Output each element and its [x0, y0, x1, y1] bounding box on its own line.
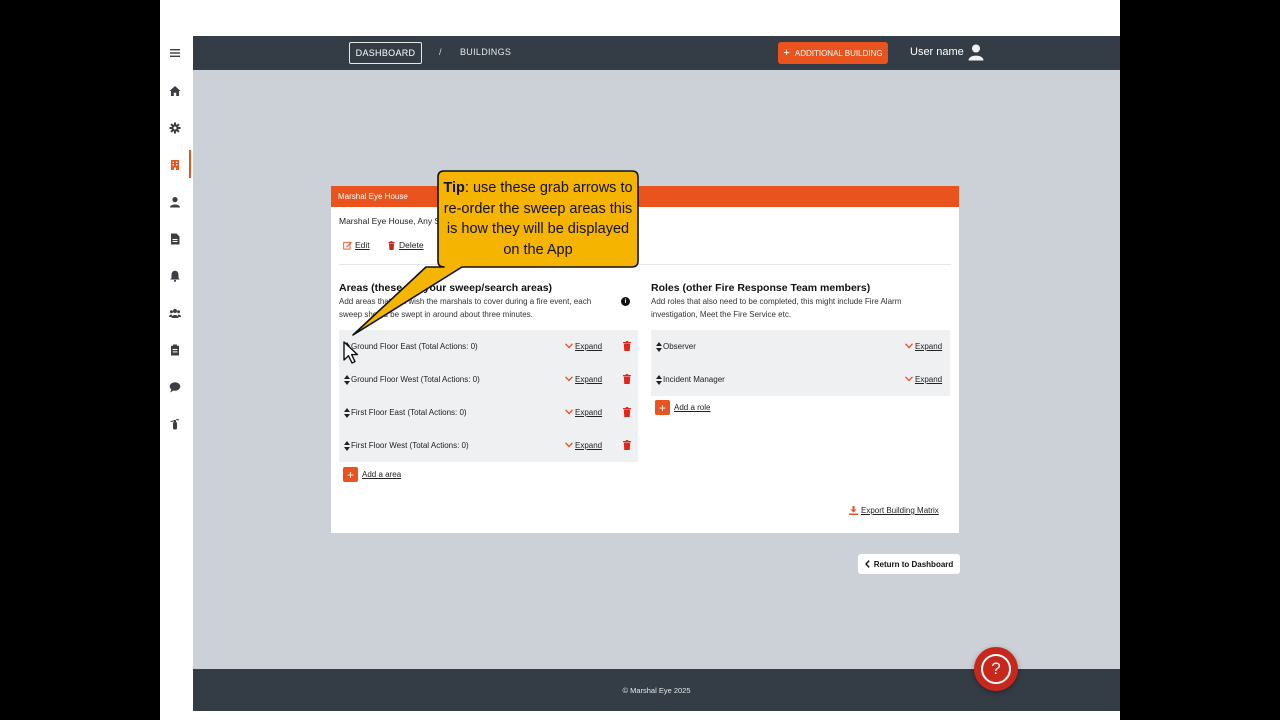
- delete-label: Delete: [399, 240, 424, 250]
- dashboard-button[interactable]: DASHBOARD: [349, 42, 422, 64]
- edit-icon: [343, 241, 352, 250]
- building-address: Marshal Eye House, Any St: [339, 216, 443, 226]
- building-card: Marshal Eye House Marshal Eye House, Any…: [331, 186, 959, 533]
- chevron-down-icon: [565, 409, 573, 415]
- return-to-dashboard-button[interactable]: Return to Dashboard: [858, 554, 960, 574]
- help-button[interactable]: ?: [974, 647, 1018, 691]
- trash-icon[interactable]: [623, 407, 631, 417]
- user-name[interactable]: User name: [910, 46, 964, 58]
- areas-list: Ground Floor East (Total Actions: 0) Exp…: [339, 330, 638, 462]
- section-divider: [339, 264, 951, 265]
- gear-icon[interactable]: [164, 117, 186, 139]
- plus-icon: +: [655, 400, 670, 415]
- menu-icon[interactable]: [164, 42, 186, 64]
- document-icon[interactable]: [164, 228, 186, 250]
- add-area-label: Add a area: [362, 470, 402, 479]
- chevron-down-icon: [565, 442, 573, 448]
- user-icon[interactable]: [164, 191, 186, 213]
- chevron-down-icon: [565, 343, 573, 349]
- tip-lead: Tip: [443, 180, 465, 196]
- role-label: Observer: [663, 342, 696, 351]
- chevron-down-icon: [565, 376, 573, 382]
- app-frame: DASHBOARD / BUILDINGS + ADDITIONAL BUILD…: [160, 0, 1120, 720]
- home-icon[interactable]: [164, 80, 186, 102]
- list-item-area: Ground Floor East (Total Actions: 0) Exp…: [339, 330, 638, 363]
- add-area-button[interactable]: + Add a area: [343, 467, 401, 482]
- trash-icon: [388, 240, 395, 250]
- grab-arrows-icon[interactable]: [344, 408, 350, 418]
- info-icon[interactable]: i: [621, 297, 630, 306]
- roles-title: Roles (other Fire Response Team members): [651, 282, 871, 294]
- area-label: Ground Floor East (Total Actions: 0): [351, 342, 478, 351]
- team-icon[interactable]: [164, 302, 186, 324]
- roles-description: Add roles that also need to be completed…: [651, 297, 902, 319]
- list-item-area: First Floor East (Total Actions: 0) Expa…: [339, 396, 638, 429]
- area-label: First Floor East (Total Actions: 0): [351, 408, 467, 417]
- list-item-role: Observer Expand: [651, 330, 950, 363]
- trash-icon[interactable]: [623, 440, 631, 450]
- top-navigation-bar: DASHBOARD / BUILDINGS + ADDITIONAL BUILD…: [193, 36, 1120, 70]
- areas-description: Add areas that you wish the marshals to …: [339, 297, 592, 319]
- additional-building-label: ADDITIONAL BUILDING: [794, 48, 883, 58]
- chat-icon[interactable]: [164, 376, 186, 398]
- breadcrumb-buildings[interactable]: BUILDINGS: [460, 47, 511, 57]
- main-content: Marshal Eye House Marshal Eye House, Any…: [193, 70, 1120, 669]
- building-icon[interactable]: [164, 150, 191, 178]
- expand-link[interactable]: Expand: [575, 375, 602, 384]
- area-label: First Floor West (Total Actions: 0): [351, 441, 469, 450]
- roles-list: Observer Expand Incident Manager Expand: [651, 330, 950, 396]
- tip-body: : use these grab arrows to re-order the …: [443, 180, 633, 258]
- expand-link[interactable]: Expand: [575, 408, 602, 417]
- export-label: Export Building Matrix: [861, 506, 939, 515]
- grab-arrows-icon[interactable]: [656, 342, 662, 352]
- list-item-area: Ground Floor West (Total Actions: 0) Exp…: [339, 363, 638, 396]
- edit-link[interactable]: Edit: [343, 240, 370, 250]
- add-role-label: Add a role: [674, 403, 711, 412]
- bell-icon[interactable]: [164, 265, 186, 287]
- expand-link[interactable]: Expand: [575, 441, 602, 450]
- expand-link[interactable]: Expand: [915, 342, 942, 351]
- extinguisher-icon[interactable]: [164, 413, 186, 435]
- expand-link[interactable]: Expand: [915, 375, 942, 384]
- plus-icon: +: [783, 46, 790, 59]
- download-icon: [849, 506, 858, 515]
- export-building-matrix-link[interactable]: Export Building Matrix: [849, 506, 939, 515]
- edit-label: Edit: [355, 240, 370, 250]
- plus-icon: +: [343, 467, 358, 482]
- building-name-header: Marshal Eye House: [331, 186, 959, 207]
- sidebar: [160, 36, 191, 720]
- chevron-down-icon: [905, 343, 913, 349]
- user-avatar-icon[interactable]: [967, 43, 985, 61]
- chevron-left-icon: [864, 560, 870, 568]
- additional-building-button[interactable]: + ADDITIONAL BUILDING: [778, 42, 888, 64]
- grab-arrows-icon[interactable]: [344, 375, 350, 385]
- footer-copyright: © Marshal Eye 2025: [622, 685, 691, 695]
- areas-title: Areas (these are your sweep/search areas…: [339, 282, 553, 294]
- breadcrumb-separator: /: [439, 47, 442, 57]
- trash-icon[interactable]: [623, 374, 631, 384]
- return-label: Return to Dashboard: [873, 559, 954, 569]
- expand-link[interactable]: Expand: [575, 342, 602, 351]
- grab-arrows-icon[interactable]: [344, 342, 350, 352]
- question-mark-icon: ?: [981, 654, 1011, 684]
- clipboard-icon[interactable]: [164, 339, 186, 361]
- tip-text: Tip: use these grab arrows to re-order t…: [440, 178, 636, 260]
- delete-link[interactable]: Delete: [387, 240, 424, 250]
- grab-arrows-icon[interactable]: [344, 441, 350, 451]
- area-label: Ground Floor West (Total Actions: 0): [351, 375, 480, 384]
- list-item-role: Incident Manager Expand: [651, 363, 950, 396]
- chevron-down-icon: [905, 376, 913, 382]
- trash-icon[interactable]: [623, 341, 631, 351]
- add-role-button[interactable]: + Add a role: [655, 400, 710, 415]
- list-item-area: First Floor West (Total Actions: 0) Expa…: [339, 429, 638, 462]
- role-label: Incident Manager: [663, 375, 725, 384]
- grab-arrows-icon[interactable]: [656, 375, 662, 385]
